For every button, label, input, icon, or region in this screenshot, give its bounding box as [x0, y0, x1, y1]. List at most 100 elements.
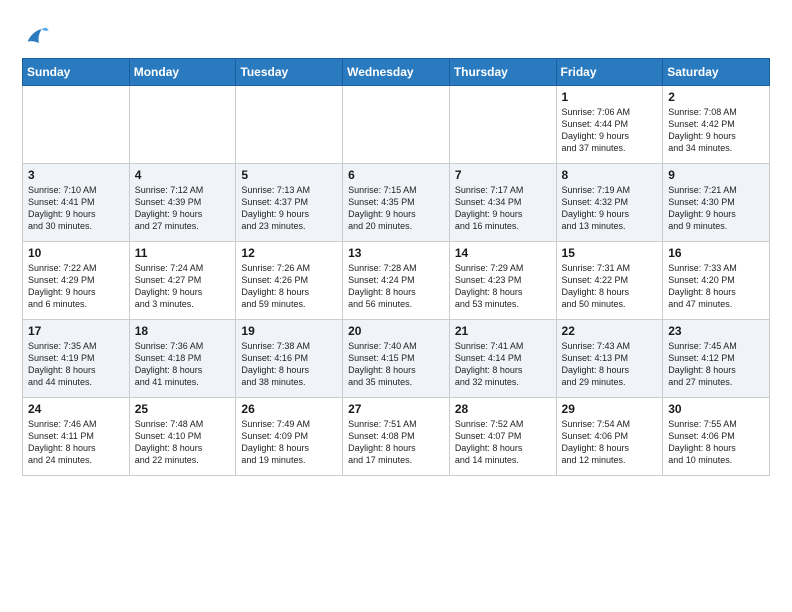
- calendar-cell: [129, 86, 236, 164]
- day-number: 29: [562, 402, 658, 416]
- day-number: 17: [28, 324, 124, 338]
- calendar-cell: 22Sunrise: 7:43 AMSunset: 4:13 PMDayligh…: [556, 320, 663, 398]
- header: [22, 18, 770, 50]
- day-number: 27: [348, 402, 444, 416]
- day-number: 10: [28, 246, 124, 260]
- calendar-cell: 15 Sunrise: 7:31 AMSunset: 4:22 PMDayligh…: [556, 242, 663, 320]
- calendar-cell: 20Sunrise: 7:40 AMSunset: 4:15 PMDayligh…: [343, 320, 450, 398]
- day-info: Sunrise: 7:45 AMSunset: 4:12 PMDaylight:…: [668, 340, 764, 389]
- day-number: 25: [135, 402, 231, 416]
- day-info: Sunrise: 7:55 AMSunset: 4:06 PMDaylight:…: [668, 418, 764, 467]
- col-header-saturday: Saturday: [663, 59, 770, 86]
- logo-icon: [22, 22, 50, 50]
- day-number: 3: [28, 168, 124, 182]
- calendar-table: SundayMondayTuesdayWednesdayThursdayFrid…: [22, 58, 770, 476]
- day-info: Sunrise: 7:48 AMSunset: 4:10 PMDaylight:…: [135, 418, 231, 467]
- calendar-cell: 1Sunrise: 7:06 AMSunset: 4:44 PMDaylight…: [556, 86, 663, 164]
- day-info: Sunrise: 7:41 AMSunset: 4:14 PMDaylight:…: [455, 340, 551, 389]
- col-header-friday: Friday: [556, 59, 663, 86]
- calendar-cell: 4 Sunrise: 7:12 AMSunset: 4:39 PMDaylight…: [129, 164, 236, 242]
- calendar-cell: 16 Sunrise: 7:33 AMSunset: 4:20 PMDayligh…: [663, 242, 770, 320]
- day-number: 18: [135, 324, 231, 338]
- calendar-cell: 10 Sunrise: 7:22 AMSunset: 4:29 PMDayligh…: [23, 242, 130, 320]
- week-row-4: 17 Sunrise: 7:35 AMSunset: 4:19 PMDayligh…: [23, 320, 770, 398]
- calendar-cell: 8 Sunrise: 7:19 AMSunset: 4:32 PMDaylight…: [556, 164, 663, 242]
- calendar-cell: 18 Sunrise: 7:36 AMSunset: 4:18 PMDayligh…: [129, 320, 236, 398]
- day-number: 16: [668, 246, 764, 260]
- day-info: Sunrise: 7:19 AMSunset: 4:32 PMDaylight:…: [562, 184, 658, 233]
- calendar-cell: 19Sunrise: 7:38 AMSunset: 4:16 PMDayligh…: [236, 320, 343, 398]
- calendar-cell: 23 Sunrise: 7:45 AMSunset: 4:12 PMDayligh…: [663, 320, 770, 398]
- day-number: 5: [241, 168, 337, 182]
- calendar-cell: 6 Sunrise: 7:15 AMSunset: 4:35 PMDaylight…: [343, 164, 450, 242]
- day-number: 7: [455, 168, 551, 182]
- day-info: Sunrise: 7:35 AMSunset: 4:19 PMDaylight:…: [28, 340, 124, 389]
- day-info: Sunrise: 7:28 AMSunset: 4:24 PMDaylight:…: [348, 262, 444, 311]
- calendar-cell: [449, 86, 556, 164]
- day-info: Sunrise: 7:12 AMSunset: 4:39 PMDaylight:…: [135, 184, 231, 233]
- calendar-cell: 11 Sunrise: 7:24 AMSunset: 4:27 PMDayligh…: [129, 242, 236, 320]
- day-info: Sunrise: 7:51 AMSunset: 4:08 PMDaylight:…: [348, 418, 444, 467]
- day-number: 13: [348, 246, 444, 260]
- calendar-header-row: SundayMondayTuesdayWednesdayThursdayFrid…: [23, 59, 770, 86]
- day-info: Sunrise: 7:33 AMSunset: 4:20 PMDaylight:…: [668, 262, 764, 311]
- calendar-cell: 30Sunrise: 7:55 AMSunset: 4:06 PMDayligh…: [663, 398, 770, 476]
- day-number: 21: [455, 324, 551, 338]
- day-number: 12: [241, 246, 337, 260]
- day-info: Sunrise: 7:52 AMSunset: 4:07 PMDaylight:…: [455, 418, 551, 467]
- day-info: Sunrise: 7:49 AMSunset: 4:09 PMDaylight:…: [241, 418, 337, 467]
- calendar-cell: 12 Sunrise: 7:26 AMSunset: 4:26 PMDayligh…: [236, 242, 343, 320]
- day-info: Sunrise: 7:54 AMSunset: 4:06 PMDaylight:…: [562, 418, 658, 467]
- day-info: Sunrise: 7:10 AMSunset: 4:41 PMDaylight:…: [28, 184, 124, 233]
- day-number: 23: [668, 324, 764, 338]
- week-row-1: 1Sunrise: 7:06 AMSunset: 4:44 PMDaylight…: [23, 86, 770, 164]
- day-info: Sunrise: 7:13 AMSunset: 4:37 PMDaylight:…: [241, 184, 337, 233]
- calendar-cell: 21 Sunrise: 7:41 AMSunset: 4:14 PMDayligh…: [449, 320, 556, 398]
- day-info: Sunrise: 7:29 AMSunset: 4:23 PMDaylight:…: [455, 262, 551, 311]
- calendar-cell: [236, 86, 343, 164]
- day-number: 20: [348, 324, 444, 338]
- week-row-3: 10 Sunrise: 7:22 AMSunset: 4:29 PMDayligh…: [23, 242, 770, 320]
- day-info: Sunrise: 7:21 AMSunset: 4:30 PMDaylight:…: [668, 184, 764, 233]
- day-info: Sunrise: 7:22 AMSunset: 4:29 PMDaylight:…: [28, 262, 124, 311]
- col-header-wednesday: Wednesday: [343, 59, 450, 86]
- week-row-2: 3 Sunrise: 7:10 AMSunset: 4:41 PMDaylight…: [23, 164, 770, 242]
- col-header-monday: Monday: [129, 59, 236, 86]
- day-info: Sunrise: 7:36 AMSunset: 4:18 PMDaylight:…: [135, 340, 231, 389]
- day-number: 8: [562, 168, 658, 182]
- day-number: 4: [135, 168, 231, 182]
- day-info: Sunrise: 7:26 AMSunset: 4:26 PMDaylight:…: [241, 262, 337, 311]
- day-number: 15: [562, 246, 658, 260]
- calendar-cell: 17 Sunrise: 7:35 AMSunset: 4:19 PMDayligh…: [23, 320, 130, 398]
- day-info: Sunrise: 7:46 AMSunset: 4:11 PMDaylight:…: [28, 418, 124, 467]
- calendar-cell: 29 Sunrise: 7:54 AMSunset: 4:06 PMDayligh…: [556, 398, 663, 476]
- calendar-cell: 9 Sunrise: 7:21 AMSunset: 4:30 PMDaylight…: [663, 164, 770, 242]
- calendar-cell: 13 Sunrise: 7:28 AMSunset: 4:24 PMDayligh…: [343, 242, 450, 320]
- calendar-cell: 5 Sunrise: 7:13 AMSunset: 4:37 PMDaylight…: [236, 164, 343, 242]
- calendar-cell: 14Sunrise: 7:29 AMSunset: 4:23 PMDayligh…: [449, 242, 556, 320]
- calendar-cell: 25 Sunrise: 7:48 AMSunset: 4:10 PMDayligh…: [129, 398, 236, 476]
- day-number: 22: [562, 324, 658, 338]
- day-number: 6: [348, 168, 444, 182]
- calendar-cell: 27 Sunrise: 7:51 AMSunset: 4:08 PMDayligh…: [343, 398, 450, 476]
- day-info: Sunrise: 7:15 AMSunset: 4:35 PMDaylight:…: [348, 184, 444, 233]
- day-number: 11: [135, 246, 231, 260]
- calendar-cell: 3 Sunrise: 7:10 AMSunset: 4:41 PMDaylight…: [23, 164, 130, 242]
- col-header-sunday: Sunday: [23, 59, 130, 86]
- day-info: Sunrise: 7:08 AMSunset: 4:42 PMDaylight:…: [668, 106, 764, 155]
- calendar-cell: 28Sunrise: 7:52 AMSunset: 4:07 PMDayligh…: [449, 398, 556, 476]
- week-row-5: 24Sunrise: 7:46 AMSunset: 4:11 PMDayligh…: [23, 398, 770, 476]
- day-number: 26: [241, 402, 337, 416]
- calendar-cell: [343, 86, 450, 164]
- col-header-thursday: Thursday: [449, 59, 556, 86]
- day-info: Sunrise: 7:31 AMSunset: 4:22 PMDaylight:…: [562, 262, 658, 311]
- calendar-cell: 24Sunrise: 7:46 AMSunset: 4:11 PMDayligh…: [23, 398, 130, 476]
- day-info: Sunrise: 7:17 AMSunset: 4:34 PMDaylight:…: [455, 184, 551, 233]
- day-info: Sunrise: 7:24 AMSunset: 4:27 PMDaylight:…: [135, 262, 231, 311]
- day-number: 9: [668, 168, 764, 182]
- calendar-cell: 2 Sunrise: 7:08 AMSunset: 4:42 PMDaylight…: [663, 86, 770, 164]
- day-info: Sunrise: 7:06 AMSunset: 4:44 PMDaylight:…: [562, 106, 658, 155]
- day-number: 2: [668, 90, 764, 104]
- calendar-cell: [23, 86, 130, 164]
- page: SundayMondayTuesdayWednesdayThursdayFrid…: [0, 0, 792, 488]
